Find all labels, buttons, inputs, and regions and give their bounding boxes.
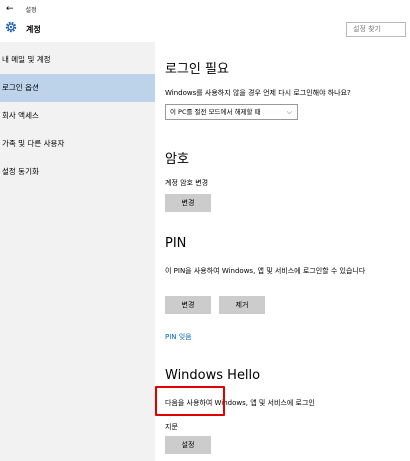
chevron-down-icon: ⌵: [286, 108, 292, 116]
back-arrow-icon[interactable]: ←: [6, 4, 14, 14]
windows-hello-heading: Windows Hello: [165, 368, 261, 383]
pin-description: 이 PIN을 사용하여 Windows, 앱 및 서비스에 로그인할 수 있습니…: [165, 267, 366, 275]
signin-required-description: Windows를 사용하지 않을 경우 언제 다시 로그인해야 하나요?: [165, 89, 351, 97]
change-pin-button[interactable]: 변경: [165, 296, 211, 314]
title-bar: ← 설정: [0, 0, 410, 18]
sidebar: 내 메일 및 계정 로그인 옵션 회사 액세스 가족 및 다른 사용자 설정 동…: [0, 42, 155, 461]
setup-button-highlight: [155, 386, 225, 416]
signin-required-heading: 로그인 필요: [165, 62, 229, 77]
gear-icon: [5, 21, 17, 33]
search-input[interactable]: 설정 찾기: [346, 22, 406, 37]
fingerprint-setup-button[interactable]: 설정: [165, 436, 211, 454]
sidebar-item-family-users[interactable]: 가족 및 다른 사용자: [0, 130, 155, 158]
password-heading: 암호: [165, 152, 189, 167]
sidebar-item-work-access[interactable]: 회사 액세스: [0, 102, 155, 130]
pin-heading: PIN: [165, 236, 187, 251]
app-header: 계정 설정 찾기: [0, 18, 410, 42]
dropdown-selected-value: 이 PC를 절전 모드에서 해제할 때: [170, 108, 261, 116]
remove-pin-button[interactable]: 제거: [219, 296, 265, 314]
window-title: 설정: [25, 6, 37, 14]
page-title: 계정: [26, 25, 41, 34]
signin-required-dropdown[interactable]: 이 PC를 절전 모드에서 해제할 때 ⌵: [165, 104, 298, 120]
forgot-pin-link[interactable]: PIN 잊음: [165, 332, 192, 342]
sidebar-item-signin-options[interactable]: 로그인 옵션: [0, 74, 155, 102]
fingerprint-label: 지문: [165, 423, 178, 431]
password-description: 계정 암호 변경: [165, 179, 209, 187]
sidebar-item-email-accounts[interactable]: 내 메일 및 계정: [0, 46, 155, 74]
sidebar-item-sync-settings[interactable]: 설정 동기화: [0, 158, 155, 186]
change-password-button[interactable]: 변경: [165, 194, 211, 212]
